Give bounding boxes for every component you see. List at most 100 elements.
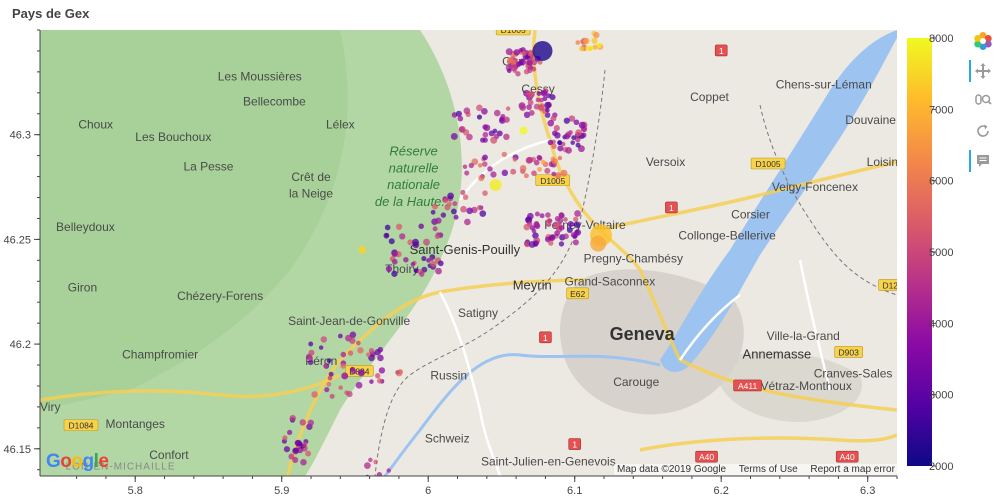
scatter-point[interactable]: [512, 157, 518, 162]
scatter-point[interactable]: [482, 190, 488, 196]
scatter-point[interactable]: [558, 212, 564, 218]
scatter-point[interactable]: [323, 363, 328, 369]
scatter-point-large[interactable]: [519, 126, 528, 135]
scatter-point[interactable]: [468, 162, 475, 169]
scatter-point[interactable]: [446, 201, 452, 207]
scatter-point[interactable]: [403, 257, 409, 263]
report-link[interactable]: Report a map error: [810, 464, 894, 475]
scatter-point[interactable]: [534, 211, 540, 217]
scatter-point[interactable]: [523, 223, 531, 231]
scatter-point[interactable]: [341, 373, 347, 379]
scatter-point[interactable]: [510, 168, 517, 175]
scatter-point[interactable]: [391, 270, 398, 277]
scatter-point[interactable]: [551, 158, 558, 165]
scatter-point[interactable]: [423, 238, 430, 246]
scatter-point[interactable]: [578, 46, 585, 52]
scatter-point[interactable]: [572, 239, 579, 246]
scatter-point[interactable]: [553, 125, 560, 132]
scatter-point[interactable]: [544, 167, 551, 174]
scatter-point[interactable]: [364, 462, 371, 470]
scatter-point[interactable]: [493, 109, 501, 117]
scatter-point[interactable]: [593, 31, 600, 39]
scatter-point[interactable]: [535, 97, 541, 103]
scatter-point[interactable]: [490, 136, 498, 144]
scatter-point[interactable]: [326, 381, 332, 387]
scatter-point[interactable]: [418, 223, 424, 230]
scatter-point[interactable]: [567, 221, 574, 228]
scatter-point[interactable]: [434, 233, 441, 239]
scatter-point[interactable]: [300, 458, 307, 466]
scatter-point[interactable]: [478, 174, 485, 182]
scatter-point[interactable]: [368, 457, 373, 463]
scatter-point[interactable]: [395, 223, 403, 230]
scatter-point[interactable]: [515, 71, 521, 77]
scatter-point[interactable]: [573, 216, 579, 222]
scatter-point[interactable]: [421, 255, 427, 262]
scatter-point[interactable]: [385, 265, 393, 273]
scatter-point[interactable]: [453, 214, 459, 220]
scatter-point[interactable]: [350, 368, 357, 375]
scatter-point[interactable]: [305, 450, 312, 457]
scatter-point[interactable]: [525, 156, 533, 164]
scatter-point[interactable]: [384, 224, 391, 231]
scatter-point[interactable]: [369, 379, 374, 384]
scatter-point[interactable]: [338, 385, 343, 390]
reset-button[interactable]: [968, 116, 998, 146]
scatter-point[interactable]: [547, 139, 554, 146]
scatter-point[interactable]: [519, 165, 527, 172]
scatter-point[interactable]: [557, 140, 562, 146]
map-canvas[interactable]: Les Moussières Bellecombe Choux Les Bouchou…: [40, 30, 897, 476]
scatter-point[interactable]: [373, 459, 378, 465]
scatter-point[interactable]: [297, 441, 303, 447]
scatter-point[interactable]: [288, 453, 295, 460]
scatter-point[interactable]: [573, 221, 581, 228]
scatter-point[interactable]: [292, 447, 299, 455]
scatter-point[interactable]: [583, 37, 590, 45]
scatter-point[interactable]: [450, 208, 457, 215]
scatter-point[interactable]: [477, 204, 483, 211]
scatter-point[interactable]: [482, 161, 488, 167]
pan-tool-button[interactable]: [968, 56, 998, 86]
scatter-point[interactable]: [412, 238, 419, 246]
scatter-point[interactable]: [374, 349, 381, 356]
scatter-point[interactable]: [548, 234, 556, 241]
scatter-point[interactable]: [487, 166, 493, 172]
scatter-point[interactable]: [551, 171, 557, 177]
scatter-point[interactable]: [346, 391, 353, 398]
scatter-point[interactable]: [340, 363, 346, 369]
scatter-point[interactable]: [457, 115, 464, 122]
scatter-point[interactable]: [480, 137, 486, 143]
scatter-point[interactable]: [299, 419, 306, 426]
scatter-point[interactable]: [340, 351, 347, 358]
scatter-point[interactable]: [392, 258, 398, 265]
scatter-point[interactable]: [399, 233, 406, 240]
scatter-point[interactable]: [435, 217, 442, 224]
scatter-point[interactable]: [308, 341, 314, 347]
scatter-point[interactable]: [307, 419, 314, 426]
scatter-point[interactable]: [477, 163, 483, 168]
scatter-point[interactable]: [327, 375, 333, 381]
scatter-point[interactable]: [357, 347, 364, 354]
scatter-point[interactable]: [283, 446, 291, 453]
scatter-point[interactable]: [479, 210, 487, 217]
scatter-point[interactable]: [432, 226, 438, 232]
scatter-point-large[interactable]: [489, 178, 502, 191]
scatter-point[interactable]: [574, 210, 581, 217]
scatter-point[interactable]: [318, 345, 324, 350]
scatter-point[interactable]: [528, 91, 535, 98]
scatter-point[interactable]: [575, 40, 581, 45]
scatter-point[interactable]: [570, 140, 576, 145]
terms-link[interactable]: Terms of Use: [739, 464, 798, 475]
scatter-point[interactable]: [483, 124, 491, 132]
scatter-point[interactable]: [320, 336, 327, 343]
scatter-point[interactable]: [463, 107, 471, 115]
scatter-point[interactable]: [531, 170, 537, 177]
scatter-point[interactable]: [523, 173, 529, 179]
hover-tool-button[interactable]: [968, 146, 998, 176]
scatter-point-large[interactable]: [590, 235, 607, 252]
scatter-point[interactable]: [490, 171, 497, 178]
scatter-point[interactable]: [395, 369, 403, 377]
scatter-point[interactable]: [528, 240, 536, 248]
scatter-point[interactable]: [519, 104, 527, 112]
scatter-point[interactable]: [566, 226, 573, 233]
